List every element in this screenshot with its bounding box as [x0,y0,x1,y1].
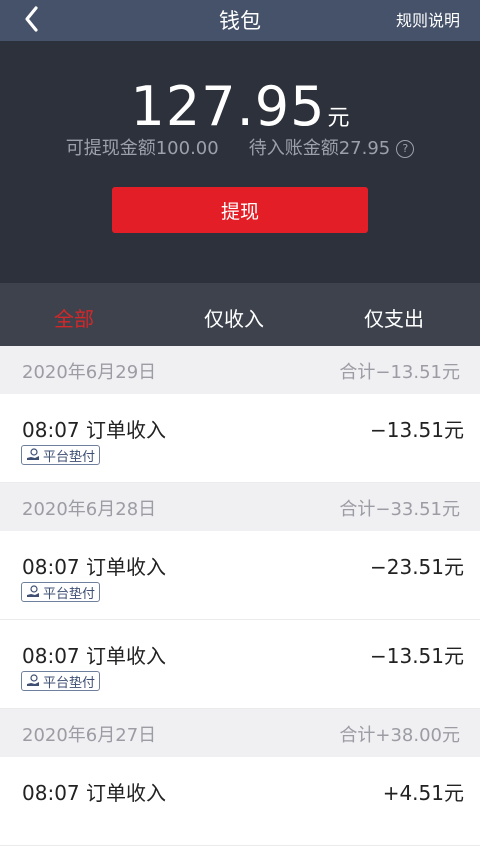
transaction-row[interactable]: 08:07 订单收入 −13.51元 平台垫付 [0,620,480,709]
date-group-header: 2020年6月29日 合计−13.51元 [0,346,480,394]
hand-coin-icon [27,585,39,597]
filter-tabs: 全部 仅收入 仅支出 [0,283,480,346]
date-group-header: 2020年6月27日 合计+38.00元 [0,709,480,757]
group-total: 合计+38.00元 [339,725,460,746]
balance: 127.95元 [0,75,480,138]
hand-coin-icon [27,674,39,686]
group-total: 合计−13.51元 [339,362,460,383]
transaction-row[interactable]: 08:07 订单收入 −13.51元 平台垫付 [0,394,480,483]
balance-breakdown: 可提现金额100.00 待入账金额27.95? [0,134,480,160]
group-total: 合计−33.51元 [339,499,460,520]
transaction-list: 2020年6月29日 合计−13.51元 08:07 订单收入 −13.51元 … [0,346,480,846]
balance-amount: 127.95 [130,75,326,138]
badge-label: 平台垫付 [43,675,96,691]
wallet-summary: 127.95元 可提现金额100.00 待入账金额27.95? 提现 [0,41,480,283]
tab-all[interactable]: 全部 [54,303,94,332]
group-date: 2020年6月28日 [22,499,157,520]
hand-coin-icon [27,448,39,460]
question-circle-icon[interactable]: ? [396,140,415,158]
withdrawable-amount: 可提现金额100.00 [65,138,219,159]
transaction-title: 08:07 订单收入 [22,555,166,579]
transaction-title: 08:07 订单收入 [22,781,166,805]
date-group-header: 2020年6月28日 合计−33.51元 [0,483,480,531]
platform-advance-badge: 平台垫付 [21,671,101,691]
pending-amount: 待入账金额27.95 [248,138,391,159]
transaction-amount: −13.51元 [369,418,464,442]
badge-label: 平台垫付 [43,586,96,602]
rules-link[interactable]: 规则说明 [396,7,460,31]
tab-expense[interactable]: 仅支出 [364,303,424,332]
group-date: 2020年6月29日 [22,362,157,383]
transaction-row[interactable]: 08:07 订单收入 +4.51元 [0,757,480,846]
platform-advance-badge: 平台垫付 [21,582,101,602]
transaction-title: 08:07 订单收入 [22,644,166,668]
platform-advance-badge: 平台垫付 [21,445,101,465]
transaction-amount: +4.51元 [382,781,464,805]
group-date: 2020年6月27日 [22,725,157,746]
transaction-row[interactable]: 08:07 订单收入 −23.51元 平台垫付 [0,531,480,620]
withdraw-button[interactable]: 提现 [112,187,368,233]
top-bar: 钱包 规则说明 [0,0,480,41]
badge-label: 平台垫付 [43,449,96,465]
transaction-amount: −13.51元 [369,644,464,668]
transaction-amount: −23.51元 [369,555,464,579]
tab-income[interactable]: 仅收入 [204,303,264,332]
balance-unit: 元 [327,106,350,131]
transaction-title: 08:07 订单收入 [22,418,166,442]
